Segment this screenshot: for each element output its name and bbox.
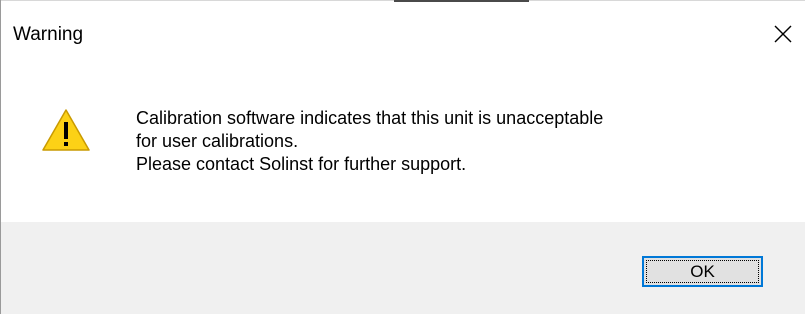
dialog-content: Calibration software indicates that this… xyxy=(1,76,805,222)
warning-triangle-icon xyxy=(42,109,90,151)
close-button[interactable] xyxy=(760,14,805,54)
message-line: Calibration software indicates that this… xyxy=(136,108,604,128)
dialog-title: Warning xyxy=(13,24,84,45)
warning-dialog: Warning Calibration software indicates t… xyxy=(0,0,805,314)
dialog-message: Calibration software indicates that this… xyxy=(136,107,603,176)
ok-button-label: OK xyxy=(690,261,715,281)
message-line: Please contact Solinst for further suppo… xyxy=(136,154,467,174)
ok-button[interactable]: OK xyxy=(642,256,763,287)
message-line: for user calibrations. xyxy=(136,131,299,151)
close-icon xyxy=(774,25,792,43)
dialog-footer: OK xyxy=(1,222,805,314)
title-bar[interactable]: Warning xyxy=(1,0,805,76)
